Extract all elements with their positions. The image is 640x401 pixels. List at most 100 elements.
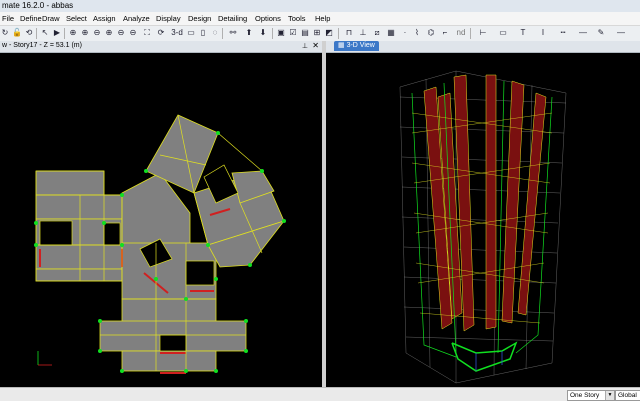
status-bar: One Story ▼ Global bbox=[0, 387, 640, 401]
refresh-icon[interactable]: ⟲ bbox=[24, 28, 34, 38]
draw-rectangle-icon[interactable]: ▭ bbox=[498, 28, 508, 38]
draw-column-icon[interactable]: ⊥ bbox=[358, 28, 368, 38]
zoom-out-icon[interactable]: ⊖ bbox=[92, 28, 102, 38]
plan-joint bbox=[34, 243, 38, 247]
plan-slab bbox=[35, 170, 105, 196]
menu-detailing[interactable]: Detailing bbox=[218, 14, 247, 23]
plan-joint bbox=[184, 369, 188, 373]
plan-joint bbox=[184, 297, 188, 301]
plan-view-canvas[interactable] bbox=[0, 53, 322, 387]
rotate-icon[interactable]: ⟳ bbox=[156, 28, 166, 38]
toolbar-separator bbox=[222, 28, 223, 39]
coord-system-value: Global bbox=[618, 392, 637, 399]
plan-joint bbox=[244, 319, 248, 323]
menu-assign[interactable]: Assign bbox=[93, 14, 116, 23]
run-icon[interactable]: ▶ bbox=[52, 28, 62, 38]
zoom-previous-icon[interactable]: ⊖ bbox=[116, 28, 126, 38]
move-down-icon[interactable]: ⬇ bbox=[258, 28, 268, 38]
plan-view-header: w - Story17 - Z = 53.1 (m) ⊥ ✕ bbox=[0, 41, 322, 53]
quick-draw-beam-icon[interactable]: ⊢ bbox=[478, 28, 488, 38]
plan-joint bbox=[102, 221, 106, 225]
draw-line-icon[interactable]: — bbox=[578, 28, 588, 38]
plan-slab bbox=[35, 244, 123, 270]
coord-system-select[interactable]: Global bbox=[615, 390, 640, 401]
nd-label[interactable]: nd bbox=[454, 28, 468, 38]
menu-file[interactable]: File bbox=[2, 14, 14, 23]
plan-opening bbox=[39, 220, 73, 246]
plan-joint bbox=[98, 319, 102, 323]
view-3d-tab-label: 3-D View bbox=[346, 42, 375, 49]
draw-hline-icon[interactable]: — bbox=[614, 28, 628, 38]
lock-icon[interactable]: 🔓 bbox=[12, 28, 22, 38]
draw-tee-icon[interactable]: T bbox=[518, 28, 528, 38]
menu-options[interactable]: Options bbox=[255, 14, 281, 23]
toolbar-separator bbox=[36, 28, 37, 39]
draw-dimension-icon[interactable]: ⌐ bbox=[440, 28, 450, 38]
move-up-icon[interactable]: ⬆ bbox=[244, 28, 254, 38]
pin-icon[interactable]: ⊥ bbox=[302, 42, 308, 50]
menu-display[interactable]: Display bbox=[156, 14, 181, 23]
elevation-view-icon[interactable]: ▯ bbox=[198, 28, 208, 38]
menu-tools[interactable]: Tools bbox=[288, 14, 306, 23]
link-icon[interactable]: ⚯ bbox=[228, 28, 238, 38]
main-toolbar: ↻ 🔓 ⟲ ↖ ▶ ⊕ ⊕ ⊖ ⊕ ⊖ ⊖ ⛶ ⟳ 3-d ▭ ▯ ◌ ⚯ ⬆ … bbox=[0, 25, 640, 42]
shrink-objects-icon[interactable]: ▤ bbox=[300, 28, 310, 38]
plan-joint bbox=[214, 277, 218, 281]
zoom-in-icon[interactable]: ⊕ bbox=[80, 28, 90, 38]
draw-area-icon[interactable]: ▦ bbox=[386, 28, 396, 38]
zoom-all-icon[interactable]: ⊖ bbox=[128, 28, 138, 38]
pan-icon[interactable]: ⛶ bbox=[142, 28, 152, 38]
close-icon[interactable]: ✕ bbox=[312, 41, 319, 50]
plan-view-icon[interactable]: ▭ bbox=[186, 28, 196, 38]
plan-joint bbox=[248, 263, 252, 267]
menu-analyze[interactable]: Analyze bbox=[123, 14, 150, 23]
plan-joint bbox=[214, 369, 218, 373]
chevron-down-icon[interactable]: ▼ bbox=[605, 391, 614, 400]
toolbar-separator bbox=[272, 28, 273, 39]
plan-opening bbox=[103, 222, 121, 246]
view-3d-button[interactable]: 3-d bbox=[170, 28, 184, 38]
menu-define[interactable]: Define bbox=[20, 14, 42, 23]
extrude-icon[interactable]: ⊞ bbox=[312, 28, 322, 38]
menu-help[interactable]: Help bbox=[315, 14, 330, 23]
draw-frame-icon[interactable]: ⊓ bbox=[344, 28, 354, 38]
draw-dashed-line-icon[interactable]: ┅ bbox=[556, 28, 570, 38]
draw-spring-icon[interactable]: ⌬ bbox=[426, 28, 436, 38]
draw-pencil-icon[interactable]: ✎ bbox=[596, 28, 606, 38]
view-3d-tab[interactable]: ▦ 3-D View bbox=[334, 41, 379, 51]
story-mode-select[interactable]: One Story ▼ bbox=[567, 390, 615, 401]
tower-3d-drawing[interactable] bbox=[326, 53, 640, 387]
plan-slab bbox=[35, 268, 123, 282]
pointer-icon[interactable]: ↖ bbox=[40, 28, 50, 38]
plan-opening bbox=[185, 260, 215, 286]
redo-icon[interactable]: ↻ bbox=[0, 28, 10, 38]
view-3d-canvas[interactable] bbox=[326, 53, 640, 387]
draw-ibeam-icon[interactable]: I bbox=[538, 28, 548, 38]
plan-joint bbox=[206, 243, 210, 247]
menu-draw[interactable]: Draw bbox=[42, 14, 60, 23]
zoom-extents-icon[interactable]: ⊕ bbox=[104, 28, 114, 38]
rubber-band-icon[interactable]: ◌ bbox=[210, 28, 220, 38]
plan-slab bbox=[35, 194, 123, 220]
object-fill-icon[interactable]: ◩ bbox=[324, 28, 334, 38]
plan-view-title: w - Story17 - Z = 53.1 (m) bbox=[2, 42, 82, 49]
toolbar-separator bbox=[338, 28, 339, 39]
set-display-icon[interactable]: ▣ bbox=[276, 28, 286, 38]
plan-drawing[interactable] bbox=[0, 53, 322, 387]
plan-joint bbox=[282, 219, 286, 223]
check-display-icon[interactable]: ☑ bbox=[288, 28, 298, 38]
toolbar-separator bbox=[470, 28, 471, 39]
menu-select[interactable]: Select bbox=[66, 14, 87, 23]
draw-link-icon[interactable]: ⌇ bbox=[412, 28, 422, 38]
view-3d-header: ▦ 3-D View bbox=[326, 41, 640, 53]
toolbar-separator bbox=[64, 28, 65, 39]
plan-joint bbox=[120, 193, 124, 197]
tower-cores bbox=[423, 74, 547, 332]
menu-design[interactable]: Design bbox=[188, 14, 211, 23]
zoom-window-icon[interactable]: ⊕ bbox=[68, 28, 78, 38]
story-mode-value: One Story bbox=[570, 392, 600, 399]
draw-brace-icon[interactable]: ⧄ bbox=[372, 28, 382, 38]
tower-base bbox=[451, 341, 518, 372]
draw-point-icon[interactable]: · bbox=[400, 28, 410, 38]
plan-slab bbox=[121, 298, 217, 324]
